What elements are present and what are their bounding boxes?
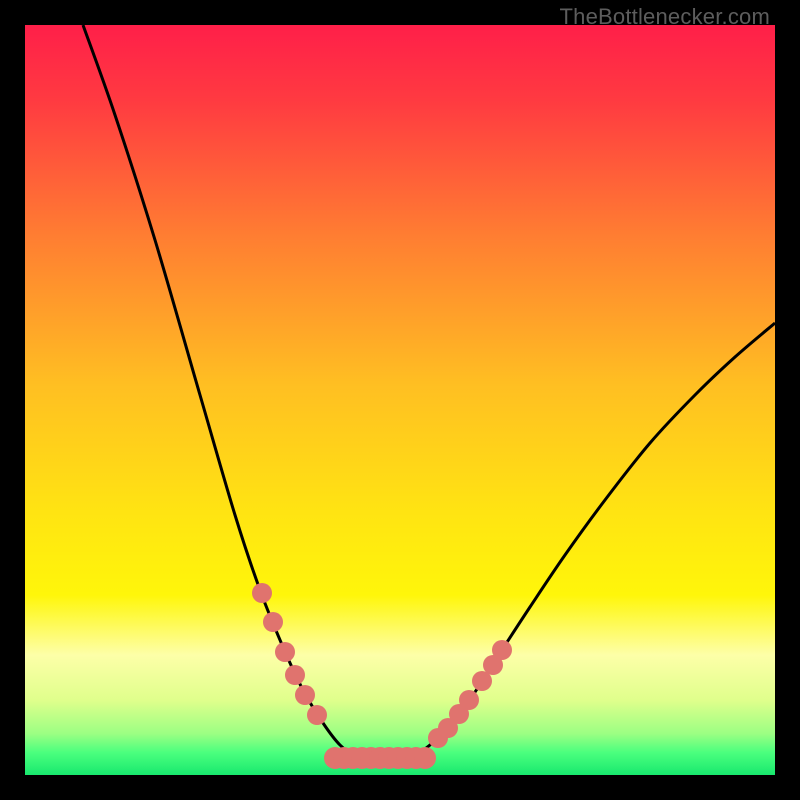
marker-dot: [459, 690, 479, 710]
marker-dot: [275, 642, 295, 662]
marker-dot: [307, 705, 327, 725]
bottom-marker-cluster: [324, 747, 436, 769]
marker-dot: [285, 665, 305, 685]
marker-dot: [492, 640, 512, 660]
marker-dot: [295, 685, 315, 705]
marker-dot: [263, 612, 283, 632]
curve-layer: [25, 25, 775, 775]
watermark-text: TheBottlenecker.com: [560, 4, 770, 30]
chart-frame: TheBottlenecker.com: [0, 0, 800, 800]
bottleneck-curve: [83, 25, 775, 763]
plot-area: [25, 25, 775, 775]
marker-dot: [414, 747, 436, 769]
marker-dot: [252, 583, 272, 603]
